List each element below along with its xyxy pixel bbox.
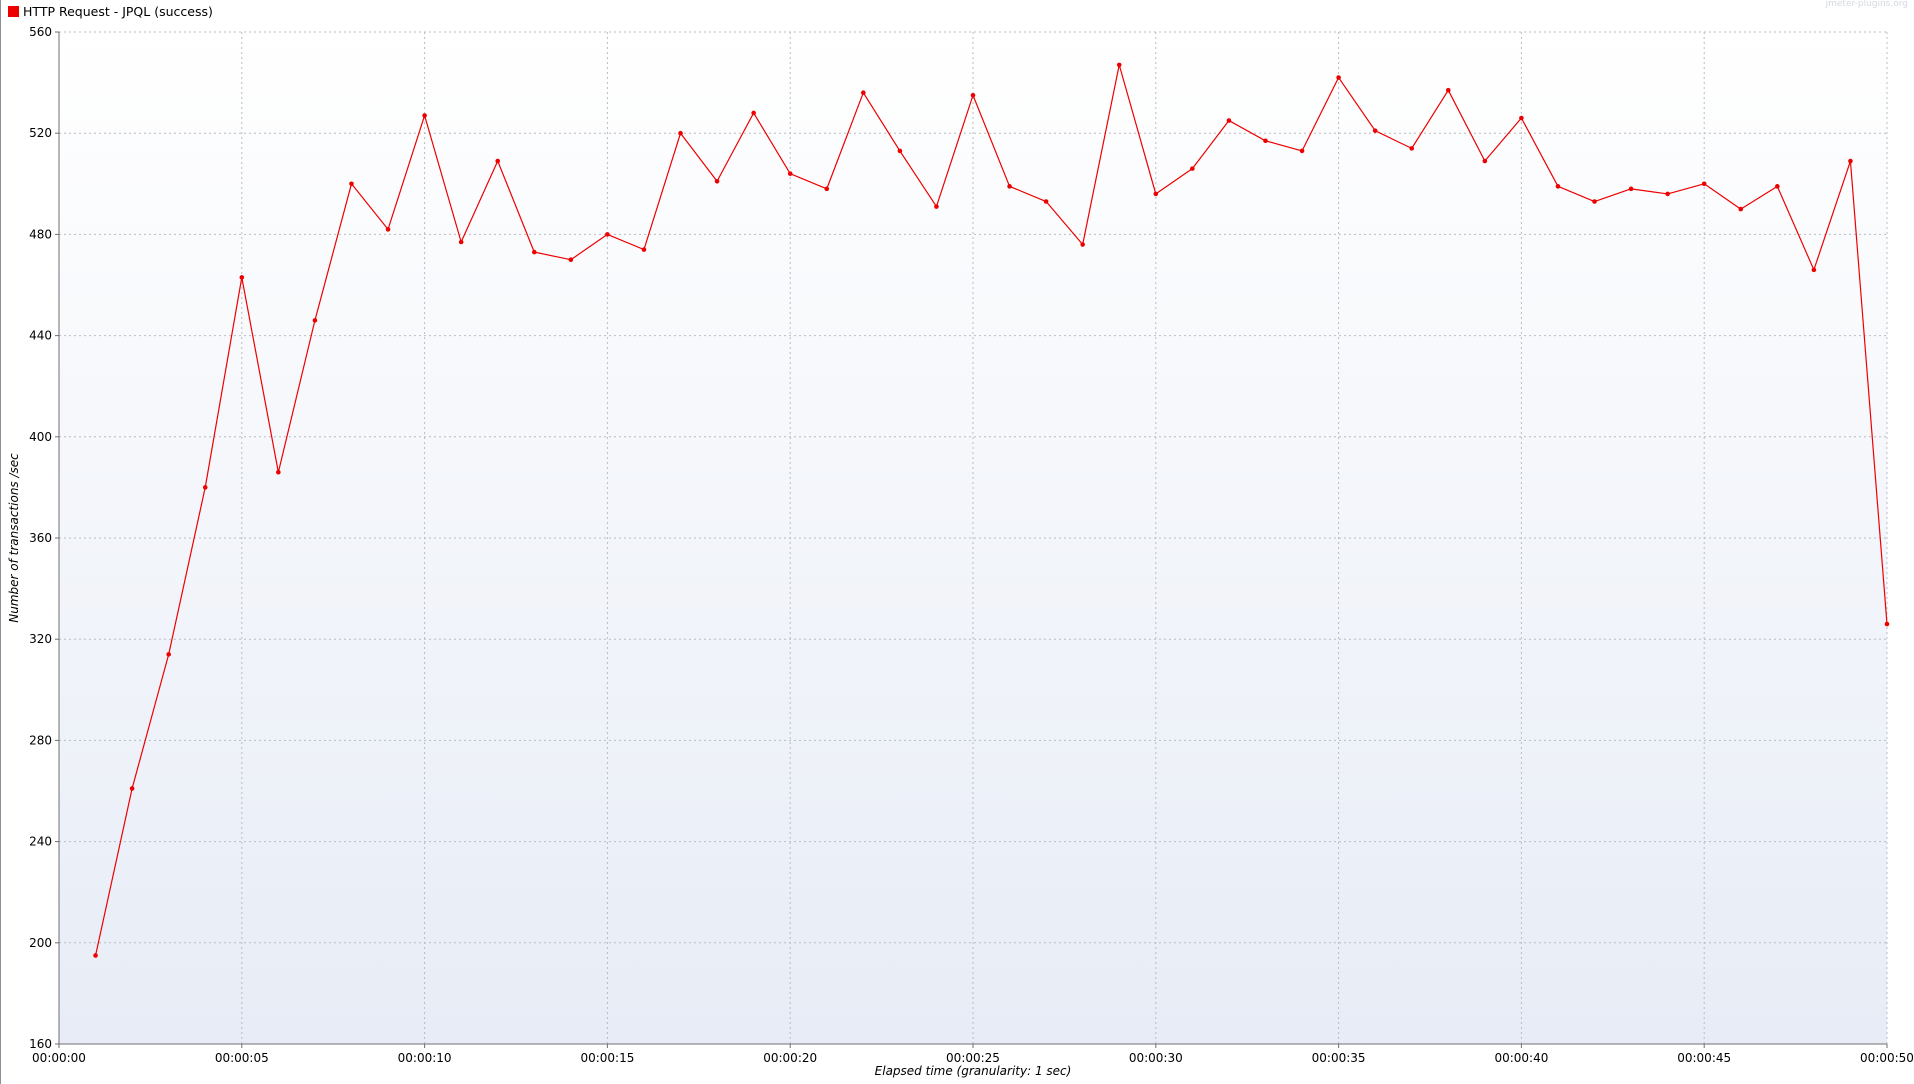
- data-point: [202, 485, 208, 490]
- data-point: [1775, 184, 1780, 189]
- x-tick-label: 00:00:25: [946, 1051, 1000, 1065]
- x-tick-label: 00:00:20: [763, 1051, 817, 1065]
- data-point: [1043, 199, 1049, 204]
- data-point: [349, 181, 354, 187]
- legend-label: HTTP Request - JPQL (success): [23, 4, 213, 19]
- x-tick-labels: 00:00:00 00:00:05 00:00:10 00:00:15 00:00:20…: [32, 1051, 1914, 1065]
- data-point: [897, 148, 903, 154]
- data-point: [861, 90, 866, 96]
- data-point: [970, 92, 976, 98]
- data-point: [678, 130, 683, 136]
- data-point: [239, 275, 245, 280]
- x-tick-label: 00:00:35: [1312, 1051, 1366, 1065]
- data-point: [1665, 191, 1670, 197]
- data-point: [385, 227, 391, 232]
- x-tick-label: 00:00:40: [1494, 1051, 1548, 1065]
- data-point: [1153, 191, 1159, 197]
- legend: HTTP Request - JPQL (success): [8, 4, 213, 19]
- data-point: [1007, 184, 1012, 189]
- y-tick-label: 400: [29, 430, 52, 444]
- data-point: [1226, 118, 1232, 123]
- y-tick-labels: 160 200 240 280 320 360 400 440 480 520 560: [29, 25, 52, 1051]
- data-point: [1555, 184, 1561, 189]
- data-point: [714, 178, 720, 184]
- data-point: [1190, 166, 1195, 171]
- data-point: [1409, 146, 1415, 151]
- data-point: [751, 110, 756, 116]
- data-point: [787, 171, 793, 176]
- data-point: [1336, 75, 1341, 80]
- data-point: [1628, 186, 1634, 192]
- y-tick-label: 480: [29, 227, 52, 241]
- y-tick-label: 280: [29, 733, 52, 747]
- x-tick-label: 00:00:05: [215, 1051, 269, 1065]
- data-point: [1884, 621, 1890, 627]
- y-tick-label: 440: [29, 329, 52, 343]
- data-point: [824, 186, 830, 192]
- data-point: [934, 204, 939, 209]
- x-axis-title: Elapsed time (granularity: 1 sec): [875, 1064, 1072, 1078]
- data-point: [458, 239, 464, 245]
- data-point: [422, 113, 427, 118]
- x-tick-label: 00:00:10: [398, 1051, 452, 1065]
- data-point: [1592, 199, 1597, 204]
- y-tick-label: 240: [29, 835, 52, 849]
- y-axis-title: Number of transactions /sec: [7, 453, 21, 623]
- data-point: [1299, 148, 1305, 154]
- data-point: [276, 469, 281, 475]
- data-point: [1848, 158, 1853, 164]
- x-tick-label: 00:00:30: [1129, 1051, 1183, 1065]
- chart-container: HTTP Request - JPQL (success) jmeter-plu…: [0, 0, 1914, 1084]
- y-tick-label: 160: [29, 1037, 52, 1051]
- x-tick-label: 00:00:15: [580, 1051, 634, 1065]
- data-point: [531, 249, 537, 255]
- data-point: [641, 247, 647, 252]
- tps-line-chart: HTTP Request - JPQL (success) jmeter-plu…: [0, 0, 1914, 1084]
- data-point: [312, 318, 318, 323]
- data-point: [1482, 158, 1488, 164]
- data-point: [1263, 138, 1268, 144]
- data-point: [129, 786, 135, 791]
- data-point: [1519, 115, 1524, 121]
- data-point: [605, 232, 610, 237]
- x-tick-label: 00:00:50: [1860, 1051, 1914, 1065]
- x-tick-label: 00:00:45: [1677, 1051, 1731, 1065]
- y-tick-label: 520: [29, 126, 52, 140]
- data-point: [1445, 87, 1451, 93]
- y-tick-label: 560: [29, 25, 52, 39]
- y-tick-label: 200: [29, 936, 52, 950]
- data-point: [1080, 242, 1085, 247]
- data-point: [1116, 62, 1122, 68]
- data-point: [1372, 128, 1378, 133]
- y-tick-label: 320: [29, 632, 52, 646]
- data-point: [1811, 267, 1817, 273]
- data-point: [1701, 181, 1707, 187]
- data-point: [568, 257, 574, 263]
- legend-swatch: [8, 6, 19, 17]
- data-point: [93, 953, 98, 958]
- data-point: [495, 158, 501, 164]
- data-point: [166, 652, 171, 657]
- watermark-text: jmeter-plugins.org: [1825, 0, 1908, 9]
- data-point: [1738, 206, 1744, 212]
- x-tick-label: 00:00:00: [32, 1051, 86, 1065]
- y-tick-label: 360: [29, 531, 52, 545]
